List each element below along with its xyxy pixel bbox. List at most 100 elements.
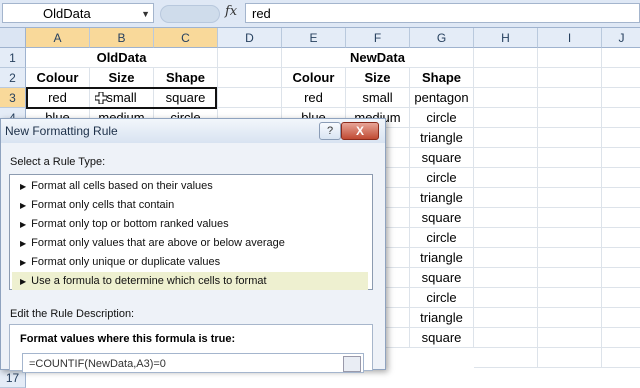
empty-cell[interactable] — [474, 328, 538, 348]
table-cell[interactable]: triangle — [410, 128, 474, 148]
empty-cell[interactable] — [602, 48, 640, 68]
empty-cell[interactable] — [538, 188, 602, 208]
empty-cell[interactable] — [602, 128, 640, 148]
empty-cell[interactable] — [474, 88, 538, 108]
empty-cell[interactable] — [602, 348, 640, 368]
empty-cell[interactable] — [602, 188, 640, 208]
empty-cell[interactable] — [474, 108, 538, 128]
empty-cell[interactable] — [602, 148, 640, 168]
column-header[interactable]: F — [346, 28, 410, 48]
empty-cell[interactable] — [474, 48, 538, 68]
row-header[interactable]: 3 — [0, 88, 26, 108]
column-header[interactable]: A — [26, 28, 90, 48]
empty-cell[interactable] — [474, 168, 538, 188]
select-all-corner[interactable] — [0, 28, 26, 48]
empty-cell[interactable] — [474, 268, 538, 288]
rule-type-item[interactable]: ▶ Format only unique or duplicate values — [12, 253, 368, 271]
column-label[interactable]: Colour — [26, 68, 90, 88]
empty-cell[interactable] — [602, 68, 640, 88]
empty-cell[interactable] — [602, 308, 640, 328]
table-cell[interactable]: triangle — [410, 248, 474, 268]
empty-cell[interactable] — [602, 88, 640, 108]
column-header[interactable]: G — [410, 28, 474, 48]
column-header[interactable]: C — [154, 28, 218, 48]
row-header[interactable]: 1 — [0, 48, 26, 68]
empty-cell[interactable] — [602, 228, 640, 248]
rule-type-item-selected[interactable]: ▶ Use a formula to determine which cells … — [12, 272, 368, 290]
rule-type-item[interactable]: ▶ Format only values that are above or be… — [12, 234, 368, 252]
empty-cell[interactable] — [602, 208, 640, 228]
column-header[interactable]: I — [538, 28, 602, 48]
empty-cell[interactable] — [602, 248, 640, 268]
empty-cell[interactable] — [538, 268, 602, 288]
empty-cell[interactable] — [538, 328, 602, 348]
table-cell[interactable]: triangle — [410, 188, 474, 208]
collapse-dialog-button[interactable] — [343, 356, 361, 372]
table-cell[interactable]: square — [154, 88, 218, 108]
empty-cell[interactable] — [602, 168, 640, 188]
empty-cell[interactable] — [538, 168, 602, 188]
rule-type-item[interactable]: ▶ Format only top or bottom ranked values — [12, 215, 368, 233]
empty-cell[interactable] — [538, 128, 602, 148]
empty-cell[interactable] — [538, 48, 602, 68]
formula-input[interactable]: red — [245, 3, 640, 23]
help-button[interactable]: ? — [319, 122, 341, 140]
empty-cell[interactable] — [538, 288, 602, 308]
empty-cell[interactable] — [474, 288, 538, 308]
rule-type-item[interactable]: ▶ Format only cells that contain — [12, 196, 368, 214]
table-cell[interactable]: square — [410, 208, 474, 228]
empty-cell[interactable] — [602, 328, 640, 348]
table-cell[interactable]: square — [410, 328, 474, 348]
table-cell[interactable]: circle — [410, 288, 474, 308]
empty-cell[interactable] — [474, 148, 538, 168]
empty-cell[interactable] — [474, 308, 538, 328]
empty-cell[interactable] — [538, 108, 602, 128]
table-cell[interactable]: circle — [410, 108, 474, 128]
empty-cell[interactable] — [538, 228, 602, 248]
column-header[interactable]: J — [602, 28, 640, 48]
formula-field[interactable]: =COUNTIF(NewData,A3)=0 — [22, 353, 364, 373]
chevron-down-icon[interactable]: ▼ — [141, 4, 150, 24]
column-label[interactable]: Colour — [282, 68, 346, 88]
empty-cell[interactable] — [538, 88, 602, 108]
empty-cell[interactable] — [474, 348, 538, 368]
empty-cell[interactable] — [538, 208, 602, 228]
table-cell[interactable]: red — [282, 88, 346, 108]
new-data-title[interactable]: NewData — [282, 48, 474, 68]
empty-cell[interactable] — [474, 68, 538, 88]
empty-cell[interactable] — [218, 88, 282, 108]
table-cell[interactable]: square — [410, 268, 474, 288]
table-cell[interactable]: circle — [410, 168, 474, 188]
close-button[interactable]: X — [341, 122, 379, 140]
empty-cell[interactable] — [602, 268, 640, 288]
empty-cell[interactable] — [474, 228, 538, 248]
column-header[interactable]: D — [218, 28, 282, 48]
column-label[interactable]: Size — [346, 68, 410, 88]
empty-cell[interactable] — [218, 68, 282, 88]
column-header[interactable]: H — [474, 28, 538, 48]
table-cell[interactable]: square — [410, 148, 474, 168]
old-data-title[interactable]: OldData — [26, 48, 218, 68]
column-header[interactable]: E — [282, 28, 346, 48]
table-cell[interactable]: circle — [410, 228, 474, 248]
row-header[interactable]: 2 — [0, 68, 26, 88]
empty-cell[interactable] — [602, 108, 640, 128]
column-label[interactable]: Size — [90, 68, 154, 88]
empty-cell[interactable] — [538, 148, 602, 168]
name-box[interactable]: OldData ▼ — [2, 3, 154, 23]
empty-cell[interactable] — [474, 128, 538, 148]
empty-cell[interactable] — [474, 208, 538, 228]
empty-cell[interactable] — [538, 348, 602, 368]
column-label[interactable]: Shape — [154, 68, 218, 88]
empty-cell[interactable] — [538, 308, 602, 328]
table-cell[interactable]: red — [26, 88, 90, 108]
empty-cell[interactable] — [474, 248, 538, 268]
rule-type-item[interactable]: ▶ Format all cells based on their values — [12, 177, 368, 195]
empty-cell[interactable] — [538, 248, 602, 268]
empty-cell[interactable] — [538, 68, 602, 88]
insert-function-icon[interactable]: fx — [225, 4, 237, 19]
table-cell[interactable]: triangle — [410, 308, 474, 328]
column-label[interactable]: Shape — [410, 68, 474, 88]
column-header[interactable]: B — [90, 28, 154, 48]
empty-cell[interactable] — [474, 188, 538, 208]
